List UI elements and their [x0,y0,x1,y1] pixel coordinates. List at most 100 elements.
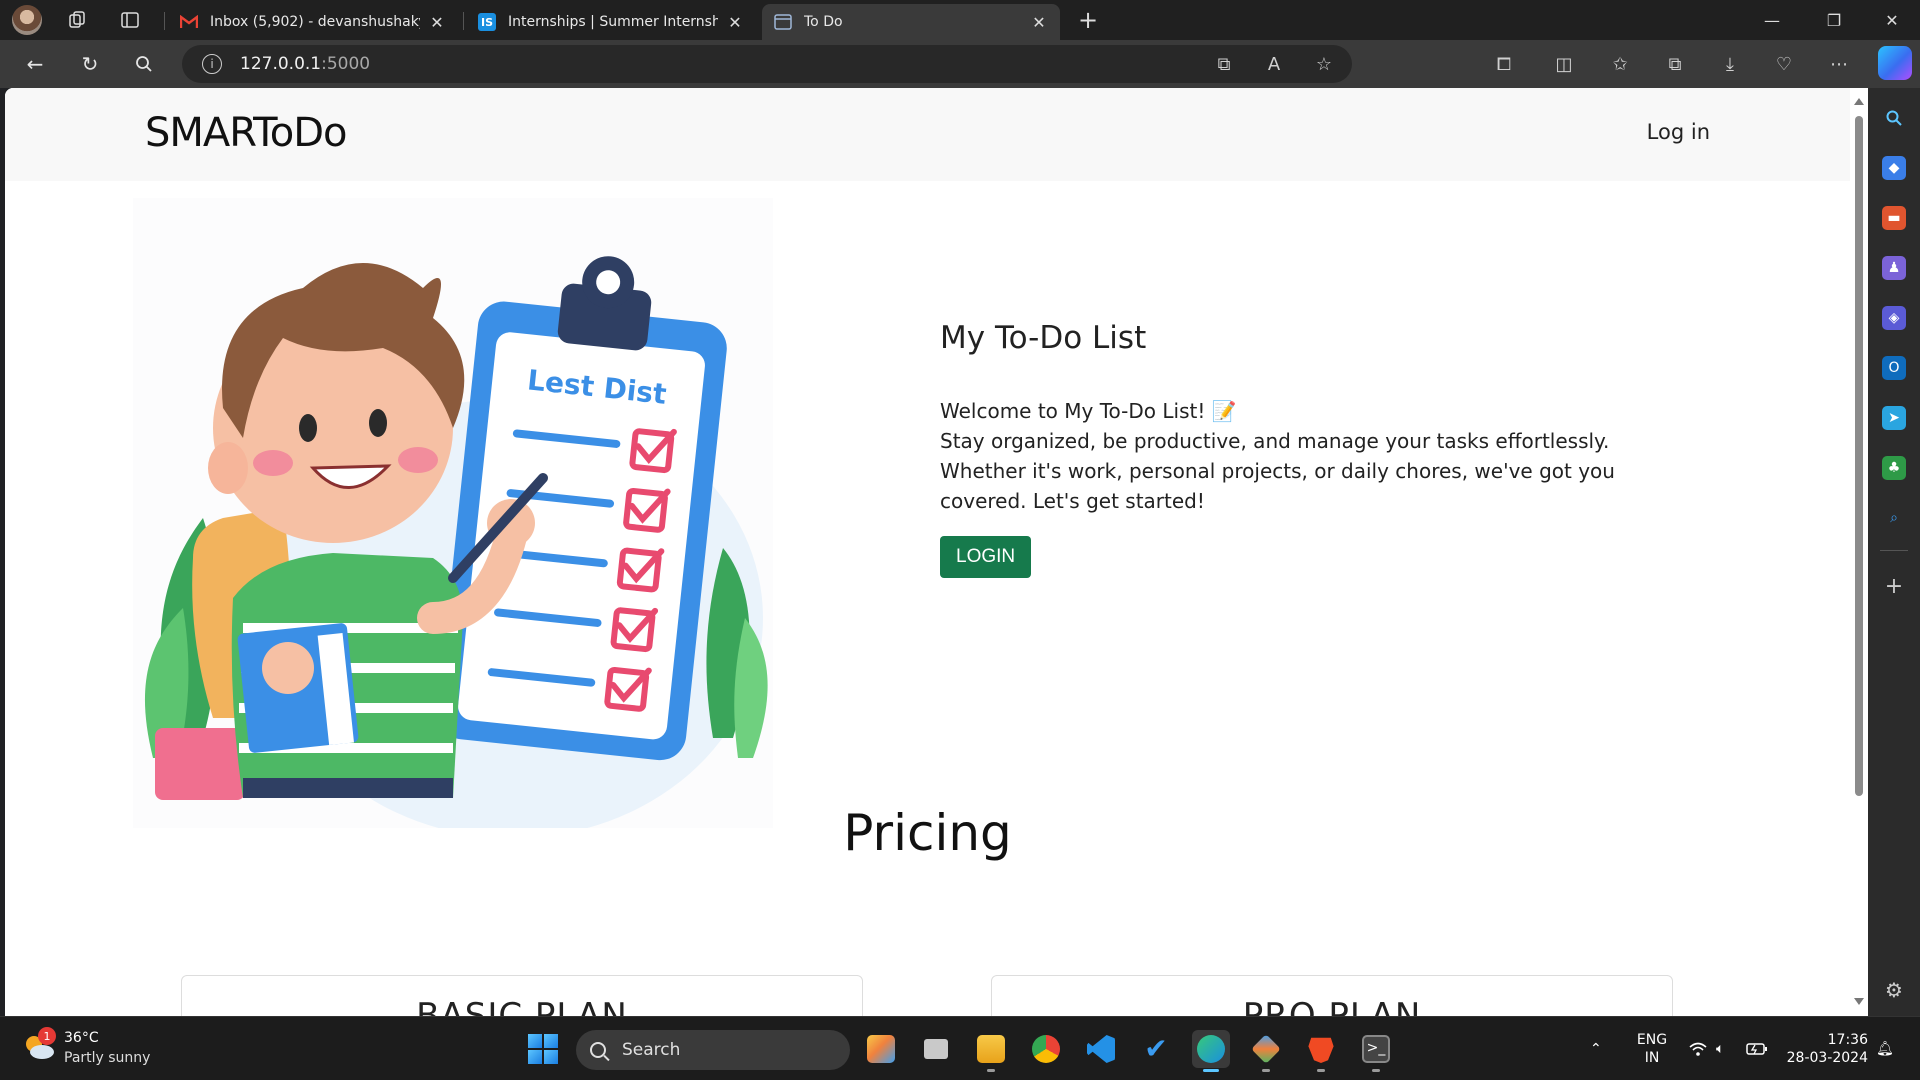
profile-avatar[interactable] [12,5,42,35]
internshala-icon: IS [478,13,496,31]
plan-name: BASIC PLAN [416,996,628,1016]
nav-login-link[interactable]: Log in [1647,120,1710,144]
sidebar-search-icon[interactable] [1882,106,1906,130]
wifi-icon[interactable] [1688,1017,1708,1080]
site-navbar: SMARToDo Log in [5,88,1850,181]
tools-icon[interactable]: ▬ [1882,206,1906,230]
open-in-app-icon[interactable]: ⧉ [1208,49,1240,79]
gmail-icon [180,13,198,31]
close-icon[interactable]: ✕ [1030,13,1048,32]
page-scrollbar[interactable] [1850,88,1868,1016]
hero-welcome: Welcome to My To-Do List! 📝 [940,399,1237,423]
search-icon[interactable] [128,48,160,80]
hero-title: My To-Do List [940,320,1147,356]
restore-icon[interactable]: ❐ [1806,0,1862,40]
tree-icon[interactable]: ♣ [1882,456,1906,480]
clock-time: 17:36 [1827,1032,1868,1048]
tab-internships[interactable]: IS Internships | Summer Internship ✕ [466,4,756,40]
brave-icon[interactable] [1302,1030,1340,1072]
microsoft-365-icon[interactable]: ◈ [1882,306,1906,330]
pricing-title: Pricing [843,804,1012,862]
site-info-icon[interactable]: i [202,54,222,74]
browser-tab-bar: Inbox (5,902) - devanshushakya2 ✕ IS Int… [0,0,1920,40]
extensions-icon[interactable]: ⧠ [1488,49,1520,79]
clock-date: 28-03-2024 [1786,1050,1868,1066]
chrome-icon[interactable] [1027,1030,1065,1068]
close-icon[interactable]: ✕ [726,13,744,32]
vscode-icon[interactable] [1082,1030,1120,1068]
shopping-tag-icon[interactable]: ◆ [1882,156,1906,180]
workspaces-icon[interactable] [61,4,93,36]
downloads-icon[interactable]: ⤓ [1714,49,1746,79]
address-bar[interactable]: i 127.0.0.1 :5000 ⧉ A ☆ [182,45,1352,83]
git-icon[interactable] [1247,1030,1285,1072]
telegram-icon[interactable]: ➤ [1882,406,1906,430]
more-menu-icon[interactable]: ⋯ [1823,49,1855,79]
read-aloud-icon[interactable]: A [1258,49,1290,79]
edge-sidebar: ◆ ▬ ♟ ◈ O ➤ ♣ ⌕ + ⚙ [1868,88,1920,1016]
basic-plan-card: BASIC PLAN [181,975,863,1016]
windows-taskbar: 1 36°C Partly sunny Search ✔ >_ ⌃ ENG IN… [0,1016,1920,1080]
tab-gmail[interactable]: Inbox (5,902) - devanshushakya2 ✕ [168,4,458,40]
page-viewport: SMARToDo Log in Lest Dist My To-Do List … [5,88,1850,1016]
scroll-up-icon[interactable] [1854,98,1864,105]
weather-temperature[interactable]: 36°C [64,1030,99,1046]
plan-name: PRO PLAN [1242,996,1422,1016]
edge-icon[interactable] [1192,1030,1230,1072]
minimize-icon[interactable]: — [1744,0,1800,40]
window-close-icon[interactable]: ✕ [1864,0,1920,40]
copilot-icon[interactable] [1878,46,1912,80]
tab-todo[interactable]: To Do ✕ [762,4,1060,40]
close-icon[interactable]: ✕ [428,13,446,32]
task-view-icon[interactable] [917,1030,955,1068]
scroll-thumb[interactable] [1855,116,1863,796]
add-sidebar-app-icon[interactable]: + [1882,574,1906,599]
hero-description: Stay organized, be productive, and manag… [940,429,1610,453]
todo-app-icon[interactable]: ✔ [1137,1030,1175,1068]
page-icon [774,13,792,31]
new-tab-icon[interactable]: + [1072,4,1104,36]
site-brand[interactable]: SMARToDo [145,110,348,156]
tab-title: To Do [804,14,843,30]
scroll-down-icon[interactable] [1854,998,1864,1005]
notifications-icon[interactable]: 🔔︎ [1876,1017,1894,1080]
url-host: 127.0.0.1 [240,54,322,74]
language-indicator[interactable]: ENG IN [1634,1031,1670,1067]
taskbar-search[interactable]: Search [576,1030,850,1070]
favorite-star-icon[interactable]: ☆ [1308,49,1340,79]
start-button[interactable] [528,1034,558,1064]
collections-icon[interactable]: ⧉ [1659,49,1691,79]
bing-search-icon[interactable]: ⌕ [1882,506,1906,530]
terminal-icon[interactable]: >_ [1357,1030,1395,1072]
tab-separator [463,12,464,30]
back-icon[interactable]: ← [19,48,51,80]
hero-description-2: Whether it's work, personal projects, or… [940,459,1615,513]
favorites-icon[interactable]: ✩ [1604,49,1636,79]
outlook-icon[interactable]: O [1882,356,1906,380]
tab-title: Internships | Summer Internship [508,14,718,30]
pro-plan-card: PRO PLAN [991,975,1673,1016]
system-clock[interactable]: 17:36 28-03-2024 [1784,1031,1868,1067]
weather-description[interactable]: Partly sunny [64,1050,150,1066]
volume-icon[interactable]: 🔈︎ [1716,1017,1724,1080]
copilot-taskbar-icon[interactable] [862,1030,900,1068]
browser-essentials-icon[interactable]: ♡ [1768,49,1800,79]
region-code: IN [1644,1050,1660,1066]
split-screen-icon[interactable]: ◫ [1548,49,1580,79]
weather-badge: 1 [38,1027,56,1045]
file-explorer-icon[interactable] [972,1030,1010,1072]
games-icon[interactable]: ♟ [1882,256,1906,280]
tab-separator [164,12,165,30]
battery-icon[interactable] [1746,1017,1768,1080]
show-hidden-icons[interactable]: ⌃ [1590,1017,1602,1080]
sidebar-settings-icon[interactable]: ⚙ [1882,978,1906,1002]
taskbar-search-label: Search [622,1040,681,1060]
refresh-icon[interactable]: ↻ [74,48,106,80]
language-code: ENG [1636,1032,1668,1048]
browser-toolbar: ← ↻ i 127.0.0.1 :5000 ⧉ A ☆ ⧠ ◫ ✩ ⧉ ⤓ ♡ … [0,40,1920,88]
hero-text: My To-Do List Welcome to My To-Do List! … [940,320,1640,578]
tab-title: Inbox (5,902) - devanshushakya2 [210,14,420,30]
login-button[interactable]: LOGIN [940,536,1032,578]
tab-actions-icon[interactable] [114,4,146,36]
url-port: :5000 [321,54,371,74]
